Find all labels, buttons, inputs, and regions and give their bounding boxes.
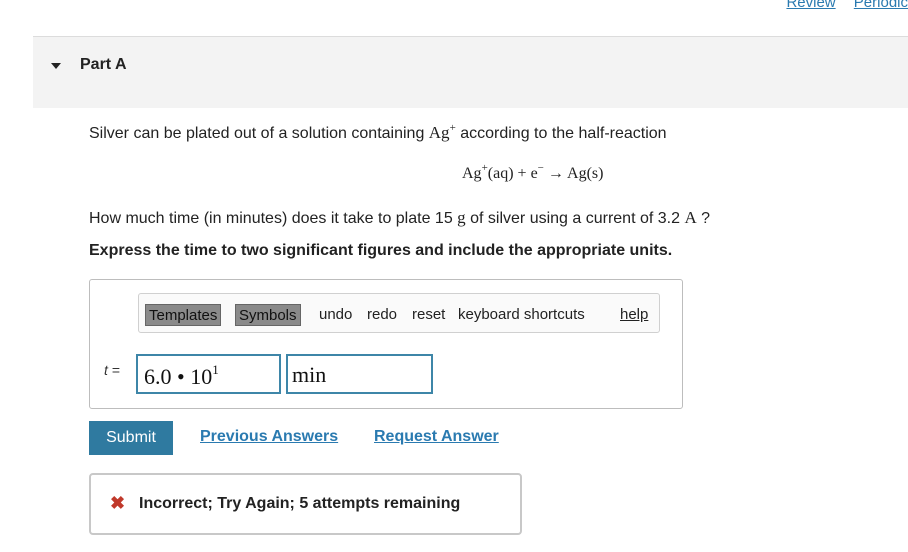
keyboard-shortcuts-button[interactable]: keyboard shortcuts: [455, 304, 588, 326]
ion-symbol: Ag+: [428, 122, 456, 142]
answer-variable-label: t =: [104, 362, 121, 378]
instruction-text: Express the time to two significant figu…: [89, 242, 673, 259]
question-text: How much time (in minutes) does it take …: [89, 208, 711, 227]
problem-intro: Silver can be plated out of a solution c…: [89, 122, 667, 142]
redo-button[interactable]: redo: [364, 304, 400, 326]
part-header[interactable]: Part A: [33, 36, 908, 108]
help-button[interactable]: help: [617, 304, 651, 326]
incorrect-x-icon: ✖: [110, 493, 126, 513]
top-links: Review Periodic: [772, 0, 908, 11]
previous-answers-link[interactable]: Previous Answers: [200, 428, 338, 446]
equation-toolbar: Templates Symbols undo redo reset keyboa…: [138, 293, 660, 333]
answer-box: Templates Symbols undo redo reset keyboa…: [89, 279, 683, 409]
caret-down-icon[interactable]: [51, 63, 61, 69]
feedback-box: ✖ Incorrect; Try Again; 5 attempts remai…: [89, 473, 522, 535]
review-link[interactable]: Review: [786, 0, 835, 11]
templates-button[interactable]: Templates: [145, 304, 222, 326]
part-title: Part A: [80, 56, 127, 73]
request-answer-link[interactable]: Request Answer: [374, 428, 499, 446]
submit-button[interactable]: Submit: [89, 421, 173, 455]
symbols-button[interactable]: Symbols: [235, 304, 301, 326]
undo-button[interactable]: undo: [316, 304, 355, 326]
half-reaction-equation: Ag+(aq) + e− → Ag(s): [462, 162, 604, 182]
answer-unit-input[interactable]: min: [286, 354, 433, 394]
feedback-message: Incorrect; Try Again; 5 attempts remaini…: [139, 495, 461, 512]
answer-value-input[interactable]: 6.0 • 101: [136, 354, 281, 394]
periodic-table-link[interactable]: Periodic: [854, 0, 908, 11]
reset-button[interactable]: reset: [409, 304, 448, 326]
